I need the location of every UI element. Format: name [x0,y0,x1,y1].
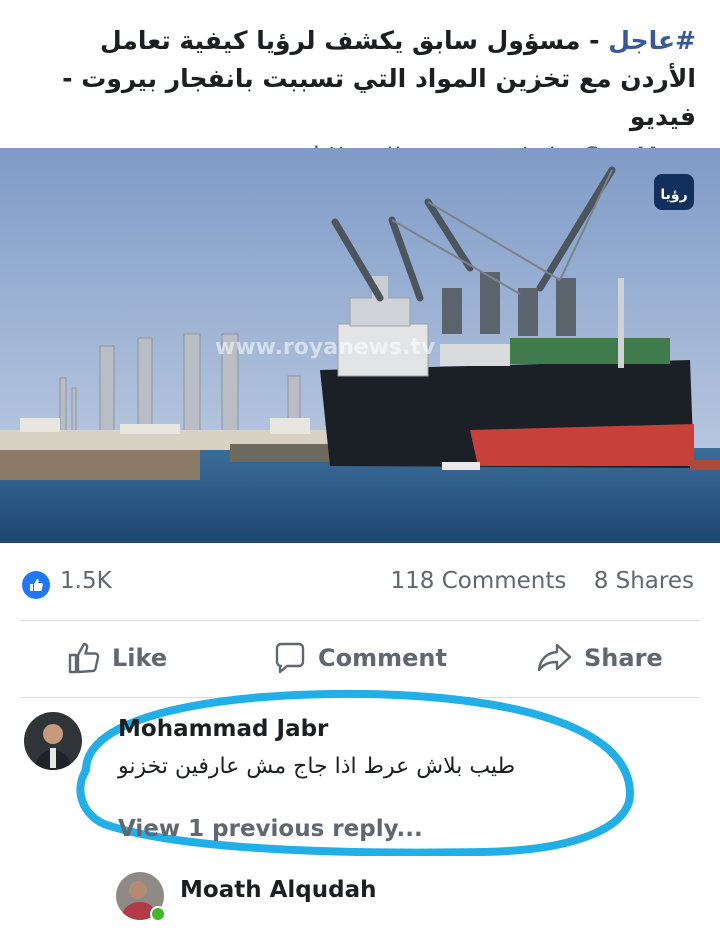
like-label: Like [112,644,168,672]
online-status-dot [150,906,166,922]
view-previous-reply-link[interactable]: View 1 previous reply... [118,816,423,842]
port-ship-illustration: www.royanews.tv رؤيا [0,148,720,543]
share-icon [537,643,572,672]
cargo-containers [510,338,670,364]
share-button[interactable]: Share [536,640,663,676]
ship-hull-red [470,424,694,466]
watermark: www.royanews.tv [215,335,436,360]
ship-pole [618,278,624,368]
like-count[interactable]: 1.5K [60,568,112,594]
comment-label: Comment [318,644,447,672]
share-count[interactable]: 8 Shares [594,568,694,594]
user-avatar-icon [24,712,82,770]
breakwater [0,450,200,480]
comment-author[interactable]: Mohammad Jabr [118,716,328,742]
comment-button[interactable]: Comment [272,640,447,676]
comment-text: طيب بلاش عرط اذا جاج مش عارفين تخزنو [118,754,516,779]
comment-count[interactable]: 118 Comments [390,568,566,594]
action-bar: Like Comment Share [0,630,720,692]
like-button[interactable]: Like [66,640,167,676]
like-icon [68,642,100,674]
avatar[interactable] [24,712,82,770]
post-headline: #عاجل - مسؤول سابق يكشف لرؤيا كيفية تعام… [24,22,696,136]
post-text: #عاجل - مسؤول سابق يكشف لرؤيا كيفية تعام… [0,0,720,170]
hashtag-link[interactable]: #عاجل [608,26,696,55]
stats-divider [20,620,700,621]
comment-icon [275,642,305,674]
ship-bridge-top [349,297,411,327]
comments-shares: 118 Comments 8 Shares [390,568,694,594]
headline-text: - مسؤول سابق يكشف لرؤيا كيفية تعامل الأر… [62,26,696,131]
cargo-block [440,344,510,366]
distant-boat [690,460,720,470]
small-boat [442,462,480,470]
comment-author[interactable]: Moath Alqudah [180,877,376,903]
channel-logo-text: رؤيا [660,187,687,203]
thumbs-up-icon [30,579,43,591]
share-label: Share [584,644,663,672]
reaction-stats: 1.5K 118 Comments 8 Shares [0,560,720,608]
like-reaction-icon[interactable] [22,571,50,599]
post-image[interactable]: www.royanews.tv رؤيا [0,148,720,543]
